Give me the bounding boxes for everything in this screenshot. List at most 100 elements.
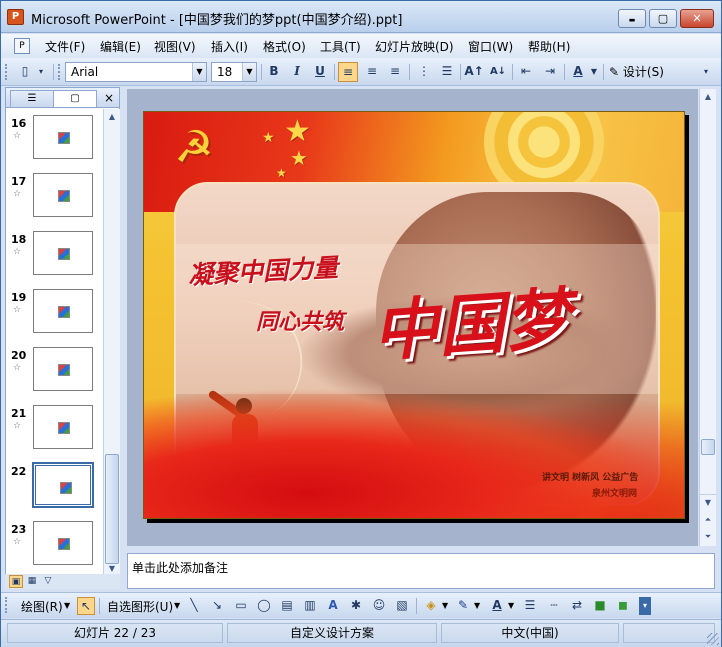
slide-thumbnail-image[interactable] [33,231,93,275]
scroll-up-arrow-icon[interactable]: ▲ [104,109,120,125]
font-name-combo[interactable]: Arial ▼ [65,62,207,82]
menu-help[interactable]: 帮助(H) [528,38,570,55]
wordart-icon[interactable]: A [324,597,342,615]
insert-picture-icon[interactable]: ▧ [393,597,411,615]
underline-button[interactable]: U [310,62,330,82]
new-document-icon[interactable]: ▯ [15,62,35,82]
chevron-down-icon[interactable]: ▼ [64,601,70,610]
italic-button[interactable]: I [287,62,307,82]
document-menu-icon[interactable]: P [14,38,30,54]
increase-font-size-icon[interactable]: A↑ [464,62,484,82]
toolbar-grip[interactable] [58,64,61,80]
thumbnails-scrollbar[interactable]: ▲ ▼ [103,109,120,577]
rectangle-tool-icon[interactable]: ▭ [232,597,250,615]
oval-tool-icon[interactable]: ◯ [255,597,273,615]
resize-grip-icon[interactable] [707,633,719,645]
line-style-icon[interactable]: ☰ [521,597,539,615]
chevron-down-icon[interactable]: ▼ [174,601,180,610]
arrow-tool-icon[interactable]: ↘ [208,597,226,615]
fill-color-icon[interactable]: ◈ [422,597,440,615]
close-button[interactable]: ✕ [680,9,714,28]
vertical-text-box-icon[interactable]: ▥ [301,597,319,615]
menu-insert[interactable]: 插入(I) [211,38,248,55]
current-slide[interactable]: ☭ ★ ★ ★ ★ 凝聚中国力量 同心共筑 中国梦 讲文明 树新风 公益广告 泉… [143,111,685,519]
slide-thumbnail-image[interactable] [33,289,93,333]
toolbar-overflow-icon[interactable]: ▾ [639,597,651,615]
chevron-down-icon[interactable]: ▼ [474,601,480,610]
autoshapes-menu-button[interactable]: 自选图形(U) [107,598,173,615]
line-color-icon[interactable]: ✎ [454,597,472,615]
menu-tools[interactable]: 工具(T) [320,38,361,55]
toolbar-overflow-icon[interactable]: ▾ [700,62,712,82]
slide-thumbnail-20[interactable]: 20 ☆ [6,345,106,403]
bulleted-list-icon[interactable]: ☰ [437,62,457,82]
menu-window[interactable]: 窗口(W) [468,38,513,55]
slide-thumbnail-19[interactable]: 19 ☆ [6,287,106,345]
diagram-icon[interactable]: ✱ [347,597,365,615]
chevron-down-icon[interactable]: ▼ [242,63,256,81]
chevron-down-icon[interactable]: ▼ [588,62,600,82]
select-pointer-icon[interactable]: ↖ [77,597,95,615]
slide-thumbnail-image[interactable] [33,347,93,391]
3d-style-icon[interactable]: ◼ [614,597,632,615]
chevron-down-icon[interactable]: ▼ [442,601,448,610]
slide-thumbnail-image[interactable] [33,115,93,159]
clip-art-icon[interactable]: ☺ [370,597,388,615]
scroll-down-arrow-icon[interactable]: ▼ [700,495,716,511]
tab-slides[interactable]: ▢ [53,90,97,107]
font-color-icon[interactable]: A [488,597,506,615]
shadow-style-icon[interactable]: ■ [591,597,609,615]
tab-outline[interactable]: ☰ [10,90,54,107]
slide-thumbnail-image[interactable] [33,405,93,449]
toolbar-grip[interactable] [5,597,8,613]
previous-slide-icon[interactable]: ⏶ [700,512,716,528]
dash-style-icon[interactable]: ┄ [545,597,563,615]
font-size-combo[interactable]: 18 ▼ [211,62,257,82]
slideshow-view-icon[interactable]: ▽ [41,575,55,588]
normal-view-icon[interactable]: ▣ [9,575,23,588]
slide-thumbnail-image-selected[interactable] [32,462,94,508]
slide-sorter-view-icon[interactable]: ▦ [25,575,39,588]
next-slide-icon[interactable]: ⏷ [700,529,716,545]
text-box-icon[interactable]: ▤ [278,597,296,615]
font-color-icon[interactable]: A [568,62,588,82]
slide-thumbnail-22[interactable]: 22 [6,461,106,519]
slide-thumbnail-image[interactable] [33,521,93,565]
decrease-font-size-icon[interactable]: A↓ [488,62,508,82]
arrow-style-icon[interactable]: ⇄ [568,597,586,615]
close-panel-icon[interactable]: × [102,90,116,106]
menu-slideshow[interactable]: 幻灯片放映(D) [375,38,454,55]
line-tool-icon[interactable]: ╲ [185,597,203,615]
slide-thumbnail-image[interactable] [33,173,93,217]
increase-indent-icon[interactable]: ⇥ [540,62,560,82]
slide-scrollbar[interactable]: ▲ [699,89,716,530]
design-button[interactable]: ✎ 设计(S) [609,62,664,82]
scrollbar-thumb[interactable] [105,454,119,564]
chevron-down-icon[interactable]: ▼ [508,601,514,610]
toolbar-grip[interactable] [5,64,8,80]
slide-thumbnail-23[interactable]: 23 ☆ [6,519,106,577]
slide-thumbnail-16[interactable]: 16 ☆ [6,113,106,171]
toolbar-options-icon[interactable]: ▾ [35,62,47,82]
notes-pane[interactable]: 单击此处添加备注 [127,553,715,589]
maximize-button[interactable]: ▢ [649,9,677,28]
slide-thumbnail-17[interactable]: 17 ☆ [6,171,106,229]
draw-menu-button[interactable]: 绘图(R) [21,598,63,615]
align-center-icon[interactable]: ≡ [362,62,382,82]
numbered-list-icon[interactable]: ⋮ [414,62,434,82]
chevron-down-icon[interactable]: ▼ [192,63,206,81]
align-right-icon[interactable]: ≡ [385,62,405,82]
decrease-indent-icon[interactable]: ⇤ [516,62,536,82]
bold-button[interactable]: B [264,62,284,82]
scroll-up-arrow-icon[interactable]: ▲ [700,89,716,105]
scrollbar-thumb[interactable] [701,439,715,455]
menu-file[interactable]: 文件(F) [45,38,85,55]
menu-format[interactable]: 格式(O) [263,38,306,55]
slide-thumbnail-18[interactable]: 18 ☆ [6,229,106,287]
align-left-icon[interactable]: ≡ [338,62,358,82]
status-design-template[interactable]: 自定义设计方案 [227,623,437,643]
menu-edit[interactable]: 编辑(E) [100,38,141,55]
minimize-button[interactable]: ▬ [618,9,646,28]
slide-thumbnail-21[interactable]: 21 ☆ [6,403,106,461]
menu-view[interactable]: 视图(V) [154,38,196,55]
